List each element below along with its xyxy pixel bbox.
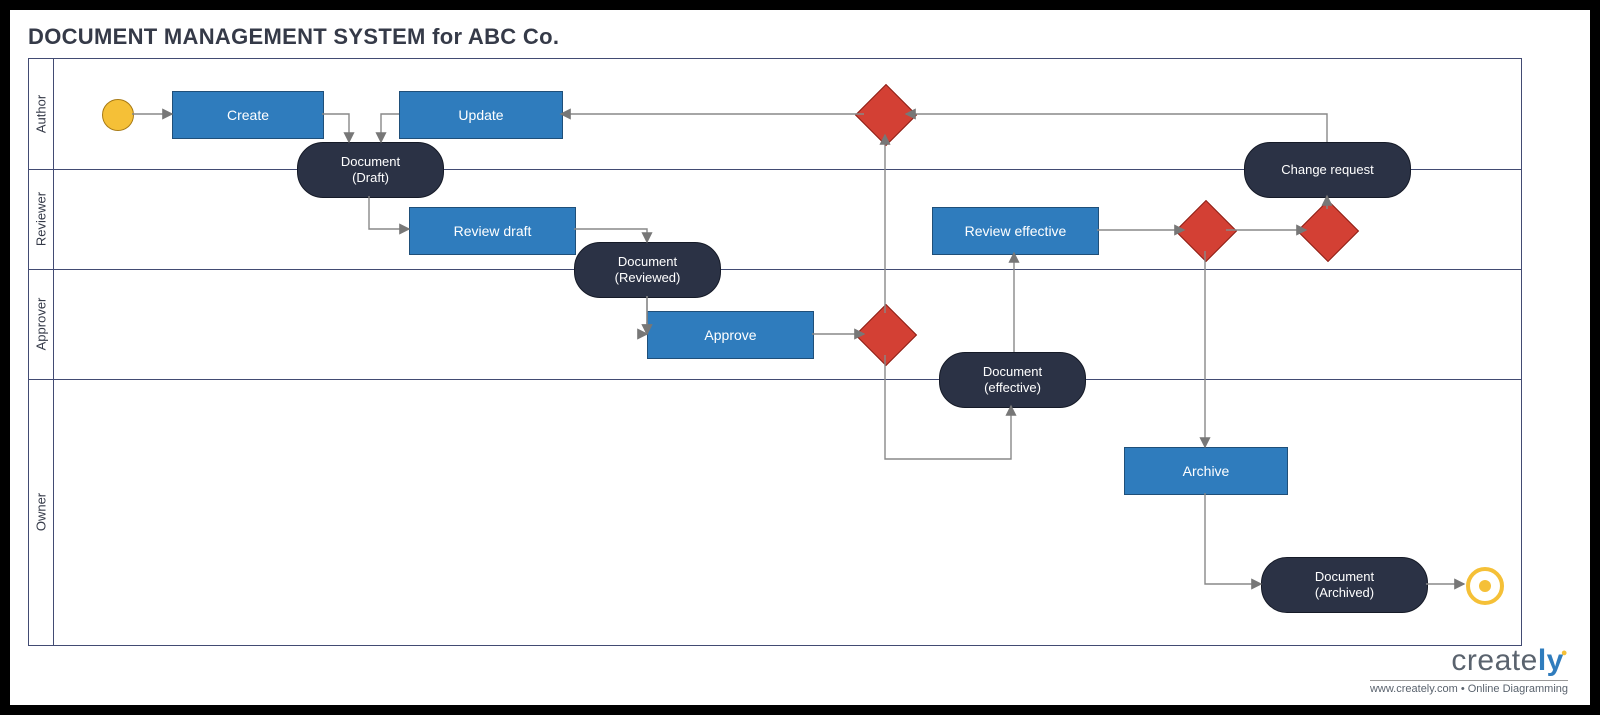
object-doc-effective: Document (effective) [939,352,1086,408]
logo-part-a: create [1451,644,1537,677]
decision-author [864,93,906,135]
object-doc-archived: Document (Archived) [1261,557,1428,613]
footer: creately● www.creately.com • Online Diag… [1370,644,1568,695]
swimlane-pool: Author Reviewer Approver Owner Create Up… [28,58,1522,646]
activity-create: Create [172,91,324,139]
logo-part-b: ly [1538,644,1564,677]
end-node [1466,567,1504,605]
lane-approver-text: Approver [34,298,49,351]
lane-reviewer-text: Reviewer [34,192,49,246]
activity-approve: Approve [647,311,814,359]
object-doc-archived-l2: (Archived) [1315,585,1374,601]
object-change-request-l1: Change request [1281,162,1374,178]
lane-reviewer-label: Reviewer [29,169,54,269]
decision-reviewer-2 [1306,209,1348,251]
object-doc-reviewed-l1: Document [618,254,677,270]
decision-approver [864,313,906,355]
decision-reviewer-1 [1184,209,1226,251]
start-node [102,99,134,131]
object-doc-draft-l2: (Draft) [352,170,389,186]
object-doc-reviewed: Document (Reviewed) [574,242,721,298]
activity-review-draft: Review draft [409,207,576,255]
object-doc-archived-l1: Document [1315,569,1374,585]
activity-archive: Archive [1124,447,1288,495]
activity-review-effective: Review effective [932,207,1099,255]
object-doc-draft-l1: Document [341,154,400,170]
object-change-request: Change request [1244,142,1411,198]
object-doc-effective-l2: (effective) [984,380,1041,396]
creately-logo: creately● [1370,644,1568,678]
lane-owner-text: Owner [34,493,49,531]
footer-tagline: www.creately.com • Online Diagramming [1370,680,1568,695]
activity-update: Update [399,91,563,139]
logo-bulb-icon: ● [1561,647,1568,659]
lane-author-text: Author [34,95,49,133]
diagram-title: DOCUMENT MANAGEMENT SYSTEM for ABC Co. [28,24,559,50]
object-doc-effective-l1: Document [983,364,1042,380]
lane-owner-label: Owner [29,379,54,645]
lane-approver-label: Approver [29,269,54,379]
object-doc-reviewed-l2: (Reviewed) [615,270,681,286]
lane-author-label: Author [29,59,54,169]
diagram-frame: DOCUMENT MANAGEMENT SYSTEM for ABC Co. A… [10,10,1590,705]
object-doc-draft: Document (Draft) [297,142,444,198]
